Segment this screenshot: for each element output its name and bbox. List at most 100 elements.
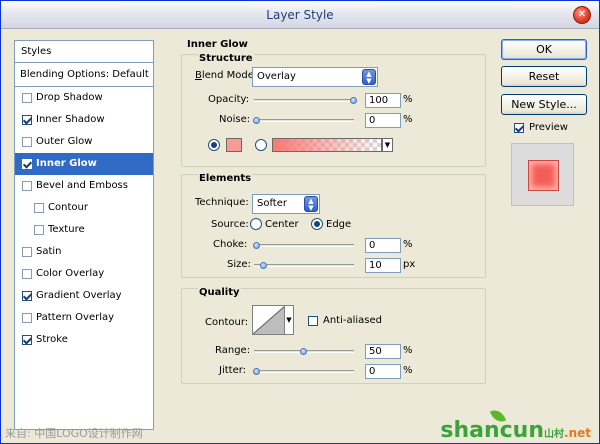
style-item-label: Texture [48,224,85,235]
jitter-unit: % [403,365,413,376]
quality-group: Quality Contour: ▼ Anti-aliased Range: 5… [181,287,486,384]
source-label: Source: [211,219,249,230]
choke-slider-thumb[interactable] [253,242,260,249]
styles-header[interactable]: Styles [15,41,153,63]
dialog-title: Layer Style [266,8,334,22]
layer-style-dialog: Layer Style ✕ Styles Blending Options: D… [0,0,600,444]
size-input[interactable]: 10 [365,258,401,273]
gradient-dropdown-icon[interactable]: ▼ [382,138,393,152]
jitter-input[interactable]: 0 [365,364,401,379]
anti-aliased-checkbox[interactable] [308,316,318,326]
style-item-satin[interactable]: Satin [15,241,153,263]
style-item-label: Inner Shadow [36,114,105,125]
style-item-label: Bevel and Emboss [36,180,128,191]
contour-curve-icon [252,305,286,335]
style-checkbox[interactable] [34,203,44,213]
choke-input[interactable]: 0 [365,238,401,253]
blend-mode-select[interactable]: Overlay ▲ ▼ [252,67,378,87]
structure-title: Structure [198,53,254,64]
style-item-inner-glow[interactable]: Inner Glow [15,153,153,175]
title-bar[interactable]: Layer Style ✕ [1,1,599,29]
preview-thumbnail [511,143,574,206]
style-checkbox[interactable] [22,291,32,301]
source-edge-radio[interactable] [311,218,323,230]
style-item-bevel-and-emboss[interactable]: Bevel and Emboss [15,175,153,197]
panel-title: Inner Glow [187,39,248,50]
watermark-logo-tld: .net [564,426,591,440]
watermark-source: 来自: 中国LOGO设计制作网 [5,427,143,440]
style-item-label: Drop Shadow [36,92,103,103]
technique-value: Softer [257,198,287,209]
style-checkbox[interactable] [22,247,32,257]
style-item-label: Contour [48,202,88,213]
blend-mode-value: Overlay [257,71,296,82]
noise-input[interactable]: 0 [365,113,401,128]
size-slider-thumb[interactable] [260,262,267,269]
gradient-radio[interactable] [255,139,267,151]
preview-swatch [528,160,559,191]
noise-label: Noise: [219,114,251,125]
style-item-label: Gradient Overlay [36,290,122,301]
range-slider-thumb[interactable] [300,348,307,355]
ok-button[interactable]: OK [501,39,587,60]
glow-color-swatch[interactable] [226,138,242,152]
style-item-stroke[interactable]: Stroke [15,329,153,351]
style-item-texture[interactable]: Texture [15,219,153,241]
watermark-logo-suffix: 山村 [544,429,565,440]
style-item-inner-shadow[interactable]: Inner Shadow [15,109,153,131]
blend-mode-label: Blend Mode: [195,70,258,81]
contour-dropdown-icon[interactable]: ▼ [284,305,294,335]
preview-checkbox[interactable] [514,123,524,133]
noise-slider-thumb[interactable] [253,117,260,124]
style-checkbox[interactable] [22,93,32,103]
source-center-label: Center [265,219,299,230]
style-items: Drop Shadow Inner Shadow Outer Glow Inner G… [15,87,153,351]
style-checkbox[interactable] [22,137,32,147]
contour-label: Contour: [205,317,249,328]
opacity-slider-thumb[interactable] [350,97,357,104]
source-center-radio[interactable] [250,218,262,230]
style-checkbox[interactable] [22,269,32,279]
style-item-contour[interactable]: Contour [15,197,153,219]
opacity-unit: % [403,94,413,105]
technique-select[interactable]: Softer ▲ ▼ [252,194,320,214]
style-item-drop-shadow[interactable]: Drop Shadow [15,87,153,109]
gradient-swatch[interactable] [272,138,382,152]
style-item-label: Outer Glow [36,136,93,147]
new-style-button[interactable]: New Style... [501,94,587,115]
style-item-label: Stroke [36,334,68,345]
source-edge-label: Edge [326,219,352,230]
dialog-body: Styles Blending Options: Default Drop Sh… [1,30,599,443]
style-item-label: Satin [36,246,62,257]
style-checkbox[interactable] [22,115,32,125]
watermark-logo-main: shancun [440,418,545,443]
opacity-slider[interactable] [254,99,354,102]
select-spinner-icon: ▲ ▼ [304,196,318,212]
choke-unit: % [403,239,413,250]
style-item-color-overlay[interactable]: Color Overlay [15,263,153,285]
select-spinner-icon: ▲ ▼ [362,69,376,85]
solid-color-radio[interactable] [208,139,220,151]
reset-button[interactable]: Reset [501,66,587,87]
elements-group: Elements Technique: Softer ▲ ▼ Source: Ce… [181,173,486,278]
style-item-pattern-overlay[interactable]: Pattern Overlay [15,307,153,329]
style-item-gradient-overlay[interactable]: Gradient Overlay [15,285,153,307]
opacity-input[interactable]: 100 [365,93,401,108]
style-checkbox[interactable] [22,313,32,323]
style-item-outer-glow[interactable]: Outer Glow [15,131,153,153]
noise-slider[interactable] [254,119,354,122]
style-checkbox[interactable] [22,335,32,345]
style-checkbox[interactable] [22,159,32,169]
close-button[interactable]: ✕ [573,6,591,24]
jitter-slider-thumb[interactable] [253,368,260,375]
jitter-slider[interactable] [254,370,354,373]
blending-options-item[interactable]: Blending Options: Default [15,63,153,87]
choke-slider[interactable] [254,244,354,247]
style-item-label: Pattern Overlay [36,312,115,323]
style-checkbox[interactable] [22,181,32,191]
style-item-label: Color Overlay [36,268,105,279]
contour-picker[interactable] [252,305,286,335]
range-input[interactable]: 50 [365,344,401,359]
size-slider[interactable] [254,264,354,267]
style-checkbox[interactable] [34,225,44,235]
